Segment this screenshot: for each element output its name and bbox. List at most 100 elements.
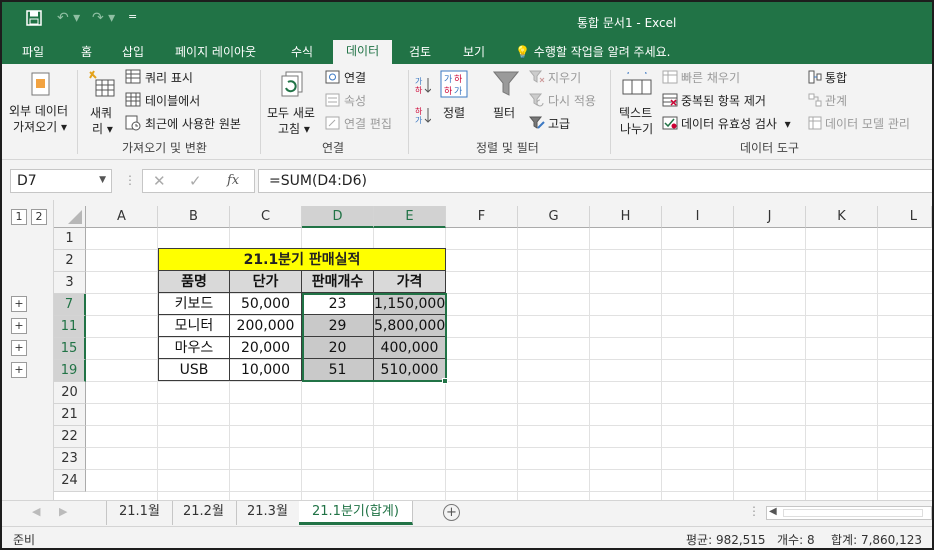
- table-cell[interactable]: 10,000: [230, 359, 302, 381]
- get-external-data-button[interactable]: 외부 데이터: [9, 102, 68, 119]
- expand-group-button[interactable]: +: [11, 296, 27, 312]
- relationships-button[interactable]: 관계: [825, 92, 847, 109]
- scroll-left-icon[interactable]: ◀: [32, 505, 40, 518]
- tab-formulas[interactable]: 수식: [287, 43, 317, 64]
- tab-home[interactable]: 홈: [77, 43, 96, 64]
- new-query-button[interactable]: 새쿼: [90, 104, 112, 121]
- column-header[interactable]: H: [590, 206, 662, 228]
- active-cell[interactable]: 23: [302, 293, 374, 315]
- column-header[interactable]: I: [662, 206, 734, 228]
- row-header[interactable]: 11: [54, 316, 86, 338]
- tab-page-layout[interactable]: 페이지 레이아웃: [171, 43, 260, 64]
- row-header[interactable]: 15: [54, 338, 86, 360]
- enter-icon[interactable]: ✓: [189, 172, 202, 190]
- table-cell[interactable]: 1,150,000: [374, 293, 446, 315]
- horizontal-scrollbar[interactable]: ◀: [766, 506, 932, 520]
- worksheet-grid[interactable]: 1 2 + + + + A B C D E F G H I J K L 1 2 …: [2, 200, 932, 500]
- row-header[interactable]: 22: [54, 426, 86, 448]
- insert-function-icon[interactable]: fx: [227, 173, 239, 188]
- filter-button[interactable]: 필터: [493, 104, 515, 121]
- manage-data-model-button[interactable]: 데이터 모델 관리: [825, 115, 910, 132]
- redo-icon[interactable]: ↷ ▾: [92, 10, 115, 26]
- consolidate-button[interactable]: 통합: [825, 69, 847, 86]
- tab-view[interactable]: 보기: [459, 43, 489, 64]
- tab-insert[interactable]: 삽입: [118, 43, 148, 64]
- refresh-all-button[interactable]: 모두 새로: [267, 104, 315, 121]
- fill-handle[interactable]: [442, 378, 448, 384]
- table-header-cell[interactable]: 단가: [230, 271, 302, 293]
- data-validation-button[interactable]: 데이터 유효성 검사 ▾: [681, 115, 791, 132]
- show-queries-button[interactable]: 쿼리 표시: [145, 69, 193, 86]
- reapply-button[interactable]: 다시 적용: [548, 92, 596, 109]
- table-cell[interactable]: 200,000: [230, 315, 302, 337]
- table-title-cell[interactable]: 21.1분기 판매실적: [158, 248, 446, 271]
- table-cell[interactable]: 20,000: [230, 337, 302, 359]
- row-header[interactable]: 19: [54, 360, 86, 382]
- recent-sources-button[interactable]: 최근에 사용한 원본: [145, 115, 241, 132]
- sort-ascending-icon[interactable]: 가하: [415, 76, 432, 97]
- formula-input[interactable]: =SUM(D4:D6): [258, 169, 932, 193]
- table-cell[interactable]: 51: [302, 359, 374, 381]
- add-sheet-icon[interactable]: +: [443, 504, 460, 521]
- table-cell[interactable]: 50,000: [230, 293, 302, 315]
- sheet-tab[interactable]: 21.3월: [235, 501, 301, 525]
- refresh-all-label[interactable]: 고침 ▾: [278, 120, 310, 137]
- tab-data[interactable]: 데이터: [333, 40, 393, 64]
- table-cell[interactable]: 키보드: [158, 293, 230, 315]
- expand-group-button[interactable]: +: [11, 318, 27, 334]
- column-header[interactable]: F: [446, 206, 518, 228]
- outline-level-1-button[interactable]: 1: [11, 209, 27, 225]
- row-header[interactable]: 3: [54, 272, 86, 294]
- scroll-left-icon[interactable]: ◀: [769, 506, 777, 517]
- sheet-tab[interactable]: 21.2월: [171, 501, 237, 525]
- column-header[interactable]: B: [158, 206, 230, 228]
- sheet-tab-active[interactable]: 21.1분기(합계): [299, 501, 413, 525]
- text-to-columns-label[interactable]: 나누기: [620, 120, 653, 137]
- table-cell[interactable]: 20: [302, 337, 374, 359]
- customize-toolbar-icon[interactable]: =: [128, 10, 137, 23]
- row-header[interactable]: 2: [54, 250, 86, 272]
- table-header-cell[interactable]: 품명: [158, 271, 230, 293]
- advanced-button[interactable]: 고급: [548, 115, 570, 132]
- tab-file[interactable]: 파일: [18, 43, 48, 64]
- properties-button[interactable]: 속성: [344, 92, 366, 109]
- table-cell[interactable]: 마우스: [158, 337, 230, 359]
- tab-review[interactable]: 검토: [405, 43, 435, 64]
- get-external-data-label[interactable]: 가져오기 ▾: [13, 118, 67, 135]
- table-cell[interactable]: 29: [302, 315, 374, 337]
- column-header[interactable]: G: [518, 206, 590, 228]
- select-all-corner[interactable]: [54, 206, 86, 228]
- row-header[interactable]: 23: [54, 448, 86, 470]
- connections-button[interactable]: 연결: [344, 69, 366, 86]
- column-header[interactable]: C: [230, 206, 302, 228]
- clear-button[interactable]: 지우기: [548, 69, 581, 86]
- edit-links-button[interactable]: 연결 편집: [344, 115, 392, 132]
- row-header[interactable]: 7: [54, 294, 86, 316]
- expand-group-button[interactable]: +: [11, 362, 27, 378]
- save-icon[interactable]: [26, 10, 42, 30]
- tell-me-search[interactable]: 💡 수행할 작업을 알려 주세요.: [515, 43, 670, 60]
- row-header[interactable]: 21: [54, 404, 86, 426]
- table-cell[interactable]: USB: [158, 359, 230, 381]
- sheet-tab[interactable]: 21.1월: [107, 501, 173, 525]
- new-query-label[interactable]: 리 ▾: [92, 120, 113, 137]
- sort-descending-icon[interactable]: 하가: [415, 106, 432, 127]
- column-header[interactable]: D: [302, 206, 374, 228]
- column-header[interactable]: L: [878, 206, 932, 228]
- column-header[interactable]: A: [86, 206, 158, 228]
- name-box[interactable]: D7 ▼: [10, 169, 112, 193]
- expand-group-button[interactable]: +: [11, 340, 27, 356]
- column-header[interactable]: E: [374, 206, 446, 228]
- row-header[interactable]: 20: [54, 382, 86, 404]
- table-cell[interactable]: 모니터: [158, 315, 230, 337]
- sort-button[interactable]: 정렬: [443, 104, 465, 121]
- row-header[interactable]: 1: [54, 228, 86, 250]
- remove-duplicates-button[interactable]: 중복된 항목 제거: [681, 92, 766, 109]
- from-table-button[interactable]: 테이블에서: [145, 92, 200, 109]
- table-cell[interactable]: 510,000: [374, 359, 446, 381]
- flash-fill-button[interactable]: 빠른 채우기: [681, 69, 740, 86]
- scrollbar-thumb[interactable]: [783, 509, 923, 517]
- table-cell[interactable]: 400,000: [374, 337, 446, 359]
- table-cell[interactable]: 5,800,000: [374, 315, 446, 337]
- cancel-icon[interactable]: ✕: [153, 172, 166, 190]
